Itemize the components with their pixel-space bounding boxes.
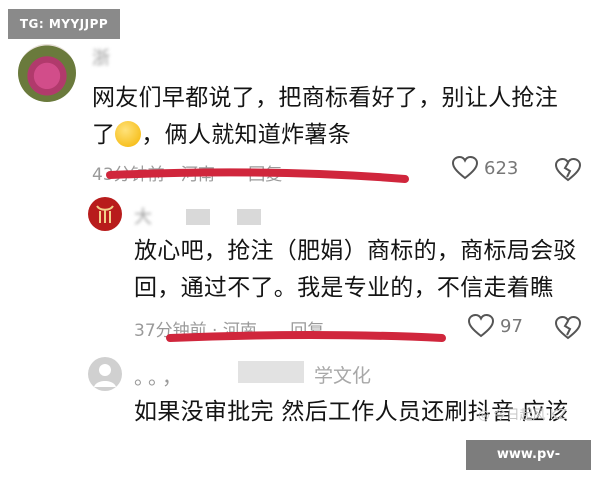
redacted-name xyxy=(237,209,261,225)
red-underline xyxy=(166,331,446,342)
heart-icon xyxy=(452,156,478,180)
comment-text: 放心吧，抢注（肥娟）商标的，商标局会驳 回，通过不了。我是专业的，不信走着瞧 xyxy=(134,238,577,301)
watermark-site: www.pv-add.com xyxy=(466,440,591,492)
like-button[interactable]: 97 xyxy=(468,314,523,338)
heart-icon xyxy=(468,314,494,338)
avatar[interactable] xyxy=(18,44,76,102)
like-count: 97 xyxy=(500,315,523,337)
broken-heart-icon[interactable] xyxy=(555,316,581,340)
username[interactable]: 大 xyxy=(134,203,152,229)
broken-heart-icon[interactable] xyxy=(555,158,581,182)
redacted-name xyxy=(186,209,210,225)
like-count: 623 xyxy=(484,157,519,179)
watermark-badge: TG: MYYJJPP xyxy=(8,9,120,39)
redacted-name xyxy=(238,361,304,383)
username[interactable]: 。。， xyxy=(134,361,186,390)
username-suffix: 学文化 xyxy=(314,365,372,387)
emoji-icon xyxy=(115,121,142,147)
red-underline xyxy=(106,168,409,183)
faint-watermark: ◎ 今日起风·KZ xyxy=(478,408,568,423)
avatar[interactable] xyxy=(88,197,122,231)
username[interactable]: 浙 xyxy=(92,44,110,70)
comment-text: 网友们早都说了，把商标看好了，别让人抢注 了，俩人就知道炸薯条 xyxy=(92,85,558,148)
default-avatar[interactable] xyxy=(88,357,122,391)
like-button[interactable]: 623 xyxy=(452,156,518,180)
